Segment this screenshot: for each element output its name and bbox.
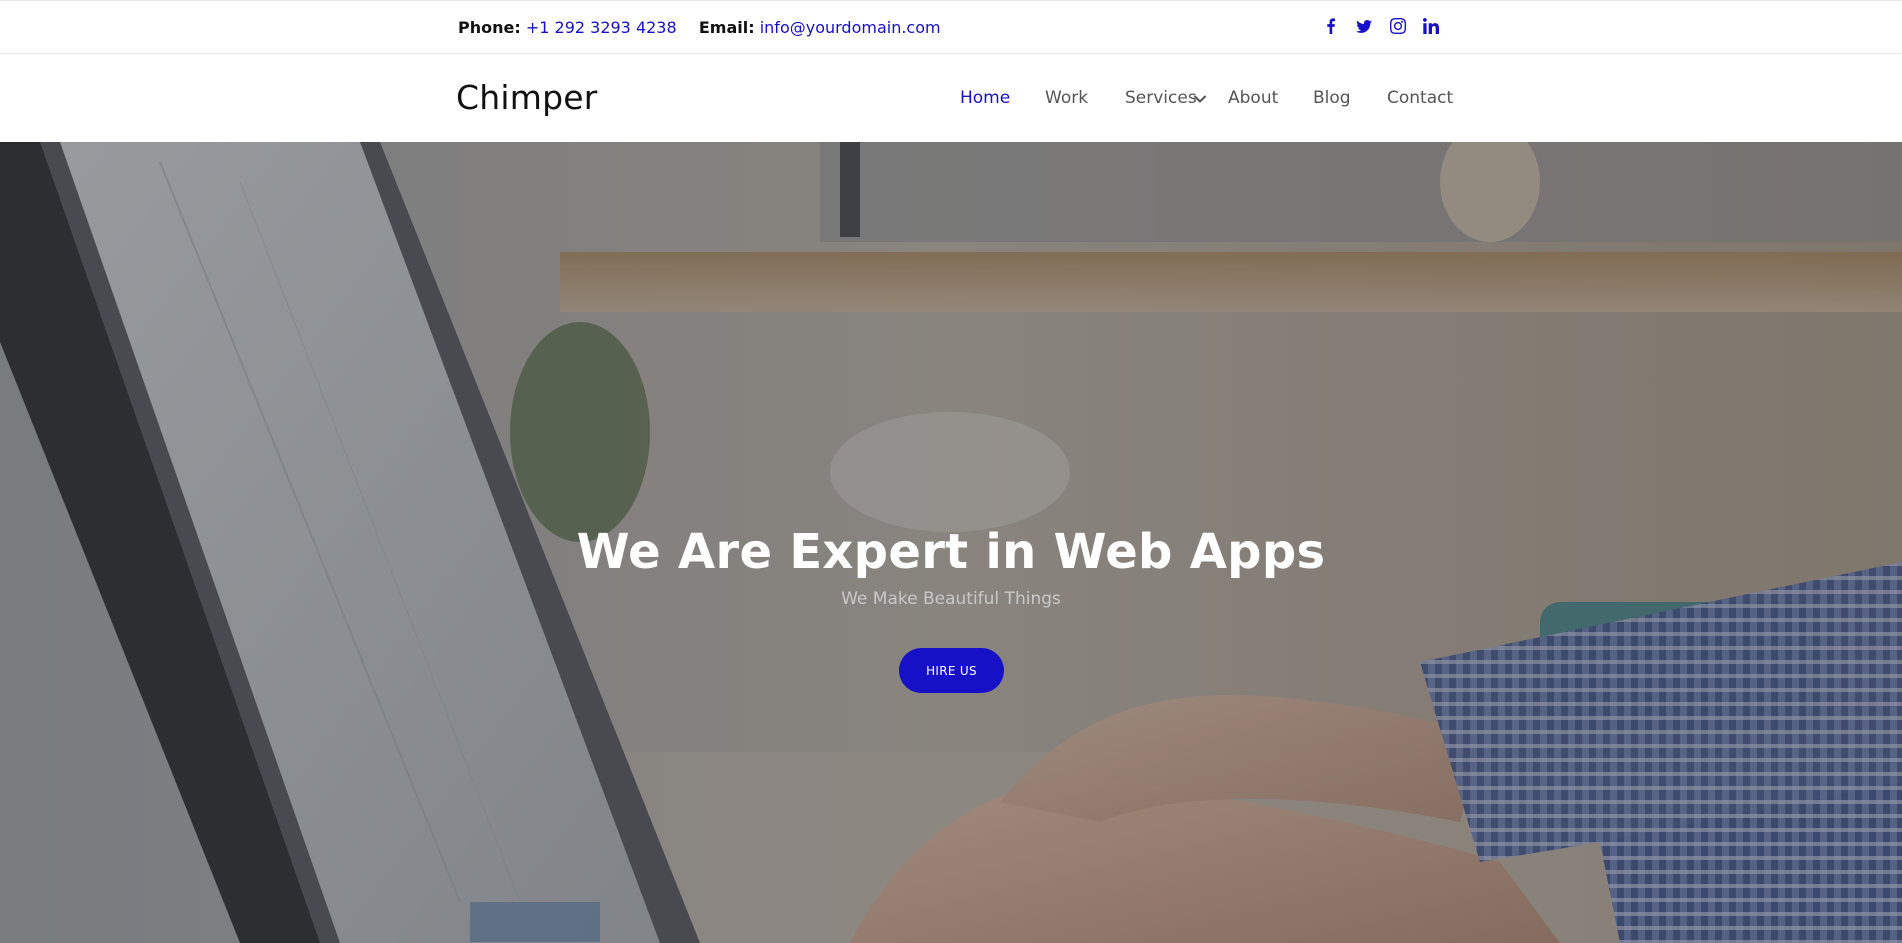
nav-item-blog[interactable]: Blog [1313,88,1351,108]
nav-item-work[interactable]: Work [1045,88,1088,108]
email-link[interactable]: info@yourdomain.com [760,18,941,37]
nav-item-home[interactable]: Home [960,88,1010,108]
twitter-icon[interactable] [1353,15,1375,37]
email-label: Email: [698,18,755,37]
nav-item-services[interactable]: Services [1125,88,1197,108]
main-navbar: Chimper Home Work Services About Blog Co… [0,54,1902,142]
nav-item-contact[interactable]: Contact [1387,88,1453,108]
phone-link[interactable]: +1 292 3293 4238 [526,18,677,37]
instagram-icon[interactable] [1387,15,1409,37]
chevron-down-icon[interactable] [1193,91,1207,105]
brand-logo[interactable]: Chimper [456,78,598,118]
top-contact-bar: Phone: +1 292 3293 4238 Email: info@your… [0,0,1902,54]
phone-label: Phone: [458,18,521,37]
facebook-icon[interactable] [1320,15,1342,37]
hire-us-button[interactable]: HIRE US [899,648,1004,693]
nav-item-about[interactable]: About [1228,88,1278,108]
linkedin-icon[interactable] [1420,15,1442,37]
hero-subtitle: We Make Beautiful Things [841,589,1061,609]
contact-info: Phone: +1 292 3293 4238 Email: info@your… [458,18,941,38]
hero-title: We Are Expert in Web Apps [576,524,1326,580]
hero-section: We Are Expert in Web Apps We Make Beauti… [0,142,1902,943]
